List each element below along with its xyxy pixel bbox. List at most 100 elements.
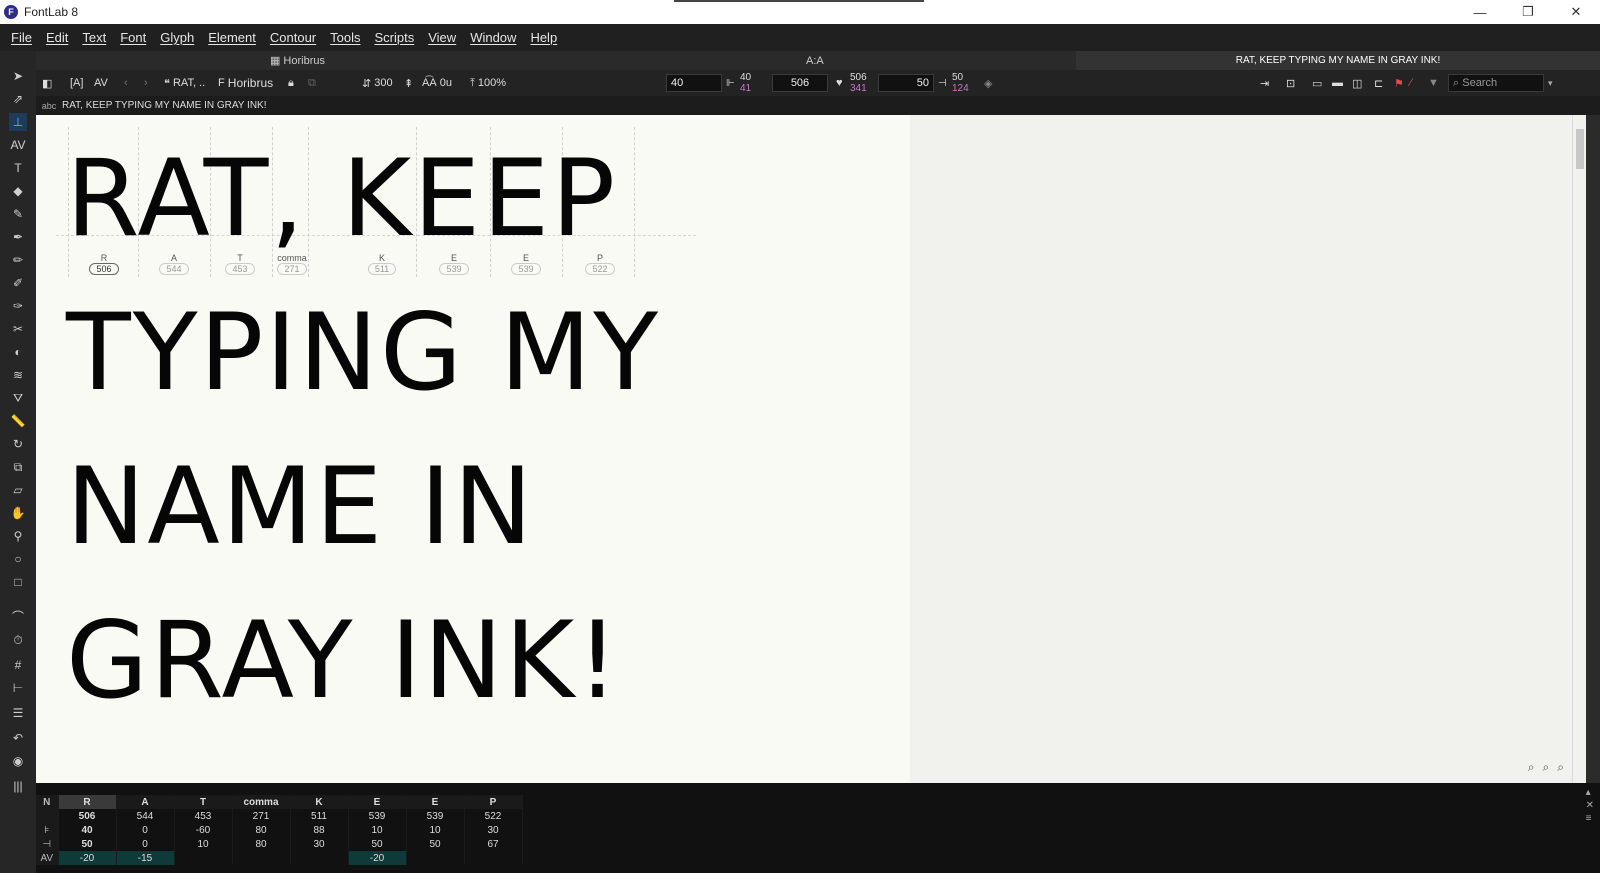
table-cell[interactable]: 511 (290, 809, 349, 823)
measure-tool-icon[interactable]: 📏 (9, 412, 27, 430)
table-cell[interactable]: 50 (348, 837, 407, 851)
glyph-label[interactable]: R 506 (80, 253, 128, 275)
flag-icon[interactable]: ⚑ (1394, 74, 1404, 92)
glyph-width[interactable]: 544 (159, 263, 189, 275)
scale-tool-icon[interactable]: ⧉ (9, 458, 27, 476)
remove-tool-icon[interactable]: ◐ (9, 343, 27, 361)
glyph-label[interactable]: A 544 (150, 253, 198, 275)
glyph-label[interactable]: E 539 (502, 253, 550, 275)
table-cell[interactable]: 30 (464, 823, 523, 837)
glyph-width[interactable]: 271 (277, 263, 307, 275)
tab-metrics-label[interactable]: A:A (806, 55, 824, 67)
table-cell[interactable]: 453 (174, 809, 233, 823)
sidebar-right-icon[interactable]: ⊏ (1374, 74, 1383, 92)
restore-button[interactable]: ❐ (1504, 0, 1552, 24)
zoom-fit-icon[interactable]: ⌕ (1557, 760, 1564, 775)
text-line-3[interactable]: NAME IN (66, 445, 535, 568)
glyph-canvas[interactable]: RAT, KEEP TYPING MY NAME IN GRAY INK! R5… (36, 115, 1586, 783)
table-cell[interactable]: 50 (406, 837, 465, 851)
glyph-width[interactable]: 539 (439, 263, 469, 275)
back-icon[interactable]: ‹ (124, 74, 128, 92)
glyph-width[interactable]: 511 (367, 263, 397, 275)
eyedropper-tool-icon[interactable]: ⚲ (9, 527, 27, 545)
rapid-tool-icon[interactable]: ✐ (9, 274, 27, 292)
menu-help[interactable]: Help (523, 30, 564, 45)
size-up-icon[interactable]: ⇞ (404, 74, 413, 92)
pencil-tool-icon[interactable]: ✏ (9, 251, 27, 269)
table-cell[interactable]: 10 (348, 823, 407, 837)
text-options-icon[interactable]: ⇥ (1260, 74, 1269, 92)
table-cell[interactable]: 40 (58, 823, 117, 837)
text-line-1[interactable]: RAT, KEEP (66, 137, 617, 260)
menu-window[interactable]: Window (463, 30, 523, 45)
menu-tools[interactable]: Tools (323, 30, 367, 45)
table-cell[interactable]: 0 (116, 823, 175, 837)
table-cell[interactable] (174, 851, 233, 865)
table-cell[interactable]: -60 (174, 823, 233, 837)
ellipse-tool-icon[interactable]: ○ (9, 550, 27, 568)
table-cell[interactable]: T (174, 795, 233, 809)
metrics-tool-icon[interactable]: ⊥ (9, 113, 27, 131)
table-cell[interactable]: 544 (116, 809, 175, 823)
sidebar-toggle-icon[interactable]: ◧ (42, 74, 52, 92)
panel-side-icon[interactable]: ◫ (1352, 74, 1362, 92)
list-tool-icon[interactable]: ☰ (9, 704, 27, 722)
vertical-scrollbar[interactable] (1572, 115, 1586, 783)
panel-options-icon[interactable]: ≡ (1586, 813, 1594, 824)
text-tool-icon[interactable]: T (9, 159, 27, 177)
table-cell[interactable]: K (290, 795, 349, 809)
zoom-control[interactable]: ⤒ 100% (470, 74, 506, 92)
glyph-width[interactable]: 539 (511, 263, 541, 275)
table-cell[interactable]: 80 (232, 823, 291, 837)
width-field[interactable]: 506 (772, 74, 828, 92)
table-cell[interactable]: 271 (232, 809, 291, 823)
glyph-width[interactable]: 453 (225, 263, 255, 275)
preview-tool-icon[interactable]: ◉ (9, 752, 27, 770)
power-nib-tool-icon[interactable]: ✑ (9, 297, 27, 315)
fill-tool-icon[interactable]: ⛛ (9, 389, 27, 407)
text-mode-icon[interactable]: [A] (70, 74, 83, 92)
table-cell[interactable]: 506 (58, 809, 117, 823)
fit-icon[interactable]: ⊡ (1286, 74, 1295, 92)
table-cell[interactable]: 539 (348, 809, 407, 823)
hand-tool-icon[interactable]: ✋ (9, 504, 27, 522)
scrollbar-thumb[interactable] (1576, 129, 1584, 169)
table-cell[interactable]: -20 (58, 851, 117, 865)
menu-font[interactable]: Font (113, 30, 153, 45)
table-cell[interactable]: 67 (464, 837, 523, 851)
tracking-control[interactable]: A͡A 0u (422, 74, 452, 92)
menu-glyph[interactable]: Glyph (153, 30, 201, 45)
curve-tool-icon[interactable]: ⌒ (9, 607, 27, 625)
menu-text[interactable]: Text (75, 30, 113, 45)
minimize-button[interactable]: — (1456, 0, 1504, 24)
kerning-mode-icon[interactable]: AV (94, 74, 108, 92)
table-cell[interactable]: -15 (116, 851, 175, 865)
menu-element[interactable]: Element (201, 30, 263, 45)
pointer-tool-icon[interactable]: ➤ (9, 67, 27, 85)
rotate-tool-icon[interactable]: ↻ (9, 435, 27, 453)
table-cell[interactable] (406, 851, 465, 865)
menu-edit[interactable]: Edit (39, 30, 75, 45)
table-cell[interactable] (232, 851, 291, 865)
knife-tool-icon[interactable]: ✂ (9, 320, 27, 338)
timer-tool-icon[interactable]: ⏱ (9, 631, 27, 649)
panel-bottom-icon[interactable]: ▬ (1332, 74, 1343, 92)
table-cell[interactable]: 10 (174, 837, 233, 851)
glyph-label[interactable]: K 511 (358, 253, 406, 275)
undo-tool-icon[interactable]: ↶ (9, 729, 27, 747)
table-cell[interactable] (290, 851, 349, 865)
table-cell[interactable]: 88 (290, 823, 349, 837)
table-cell[interactable]: P (464, 795, 523, 809)
close-button[interactable]: ✕ (1552, 0, 1600, 24)
slant-tool-icon[interactable]: ▱ (9, 481, 27, 499)
glyph-label[interactable]: P 522 (576, 253, 624, 275)
contour-tool-icon[interactable]: ⇗ (9, 90, 27, 108)
table-cell[interactable] (464, 851, 523, 865)
panel-tool-icon[interactable]: ||| (9, 777, 27, 795)
rsb-field[interactable]: 50 (878, 74, 934, 92)
table-cell[interactable]: E (406, 795, 465, 809)
grid-tool-icon[interactable]: # (9, 656, 27, 674)
tab-text[interactable]: RAT, KEEP TYPING MY NAME IN GRAY INK! (1076, 51, 1600, 70)
table-cell[interactable]: A (116, 795, 175, 809)
menu-file[interactable]: File (4, 30, 39, 45)
